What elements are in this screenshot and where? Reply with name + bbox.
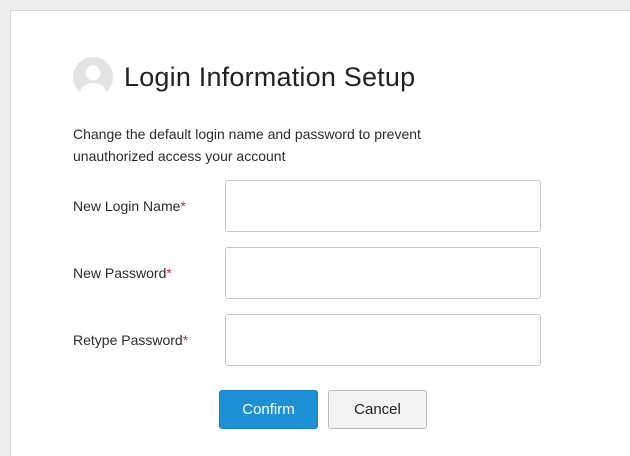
retype-password-label: Retype Password* [73,332,189,348]
user-avatar-icon [73,57,113,97]
retype-password-input[interactable] [225,314,541,366]
retype-password-row: Retype Password* [73,314,541,366]
page-description: Change the default login name and passwo… [73,126,421,164]
password-label: New Password* [73,265,172,281]
confirm-button[interactable]: Confirm [219,390,318,429]
password-input[interactable] [225,247,541,299]
login-name-input[interactable] [225,180,541,232]
page-header: Login Information Setup [73,57,415,97]
required-mark: * [166,265,172,281]
login-setup-panel: Login Information Setup Change the defau… [10,10,630,456]
login-name-label: New Login Name* [73,198,186,214]
page-title: Login Information Setup [124,61,416,92]
required-mark: * [180,198,186,214]
required-mark: * [182,332,189,348]
password-row: New Password* [73,247,541,299]
login-name-row: New Login Name* [73,180,541,232]
cancel-button[interactable]: Cancel [328,390,427,429]
